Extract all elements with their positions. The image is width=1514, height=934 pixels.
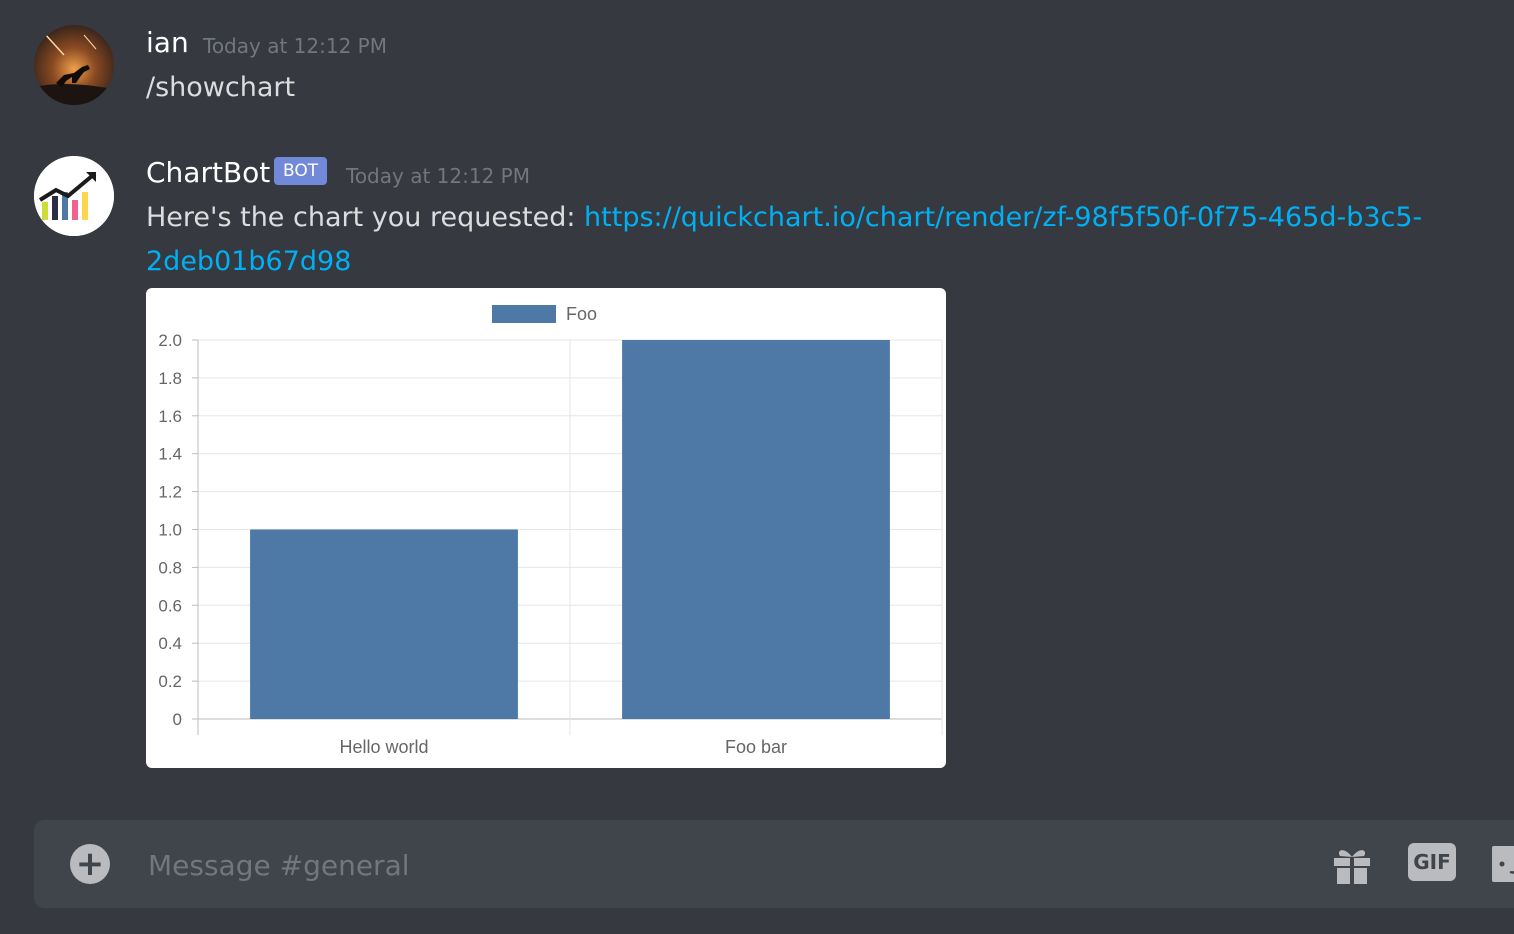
x-category-label: Foo bar	[725, 737, 787, 757]
legend-label: Foo	[566, 304, 597, 324]
avatar-ian[interactable]	[34, 25, 114, 105]
bar-chart: 0 0.2 0.4 0.6 0.8 1.0 1.2 1.4 1.6 1.8 2.0 Hello wor…	[158, 304, 943, 757]
message-text: /showchart	[146, 72, 296, 103]
sticker-icon[interactable]	[1488, 842, 1514, 886]
bot-badge: BOT	[274, 157, 328, 185]
message-timestamp: Today at 12:12 PM	[346, 164, 530, 188]
y-tick-label: 0.2	[158, 672, 182, 691]
bar-foo-bar	[622, 340, 890, 719]
dinosaur-avatar-icon	[34, 25, 114, 105]
chart-logo-icon	[34, 156, 114, 236]
author-name[interactable]: ChartBot	[146, 156, 270, 189]
author-name[interactable]: ian	[146, 26, 189, 59]
legend-swatch	[492, 305, 556, 323]
x-category-label: Hello world	[339, 737, 428, 757]
y-tick-label: 2.0	[158, 331, 182, 350]
add-attachment-button[interactable]: +	[70, 844, 110, 884]
chart-link-line1: https://quickchart.io/chart/render/zf-98…	[584, 202, 1423, 233]
y-tick-label: 0.6	[158, 596, 182, 615]
message-timestamp: Today at 12:12 PM	[203, 34, 387, 58]
y-tick-label: 1.4	[158, 445, 182, 464]
message-composer: + GIF	[34, 820, 1514, 908]
y-tick-label: 0	[173, 710, 182, 729]
bar-hello-world	[250, 529, 518, 719]
gift-icon[interactable]	[1330, 842, 1374, 886]
chart-embed[interactable]: 0 0.2 0.4 0.6 0.8 1.0 1.2 1.4 1.6 1.8 2.0 Hello wor…	[146, 288, 946, 768]
y-tick-label: 0.4	[158, 634, 182, 653]
y-tick-label: 1.6	[158, 407, 182, 426]
message-input[interactable]	[146, 840, 1250, 890]
chart-link-line2: 2deb01b67d98	[146, 246, 352, 277]
y-tick-label: 1.8	[158, 369, 182, 388]
avatar-chartbot[interactable]	[34, 156, 114, 236]
y-tick-label: 1.2	[158, 483, 182, 502]
y-tick-label: 1.0	[158, 521, 182, 540]
y-tick-label: 0.8	[158, 558, 182, 577]
message-text: Here's the chart you requested: https://…	[146, 196, 1486, 284]
gif-button[interactable]: GIF	[1408, 843, 1456, 881]
message-text-prefix: Here's the chart you requested:	[146, 202, 585, 233]
